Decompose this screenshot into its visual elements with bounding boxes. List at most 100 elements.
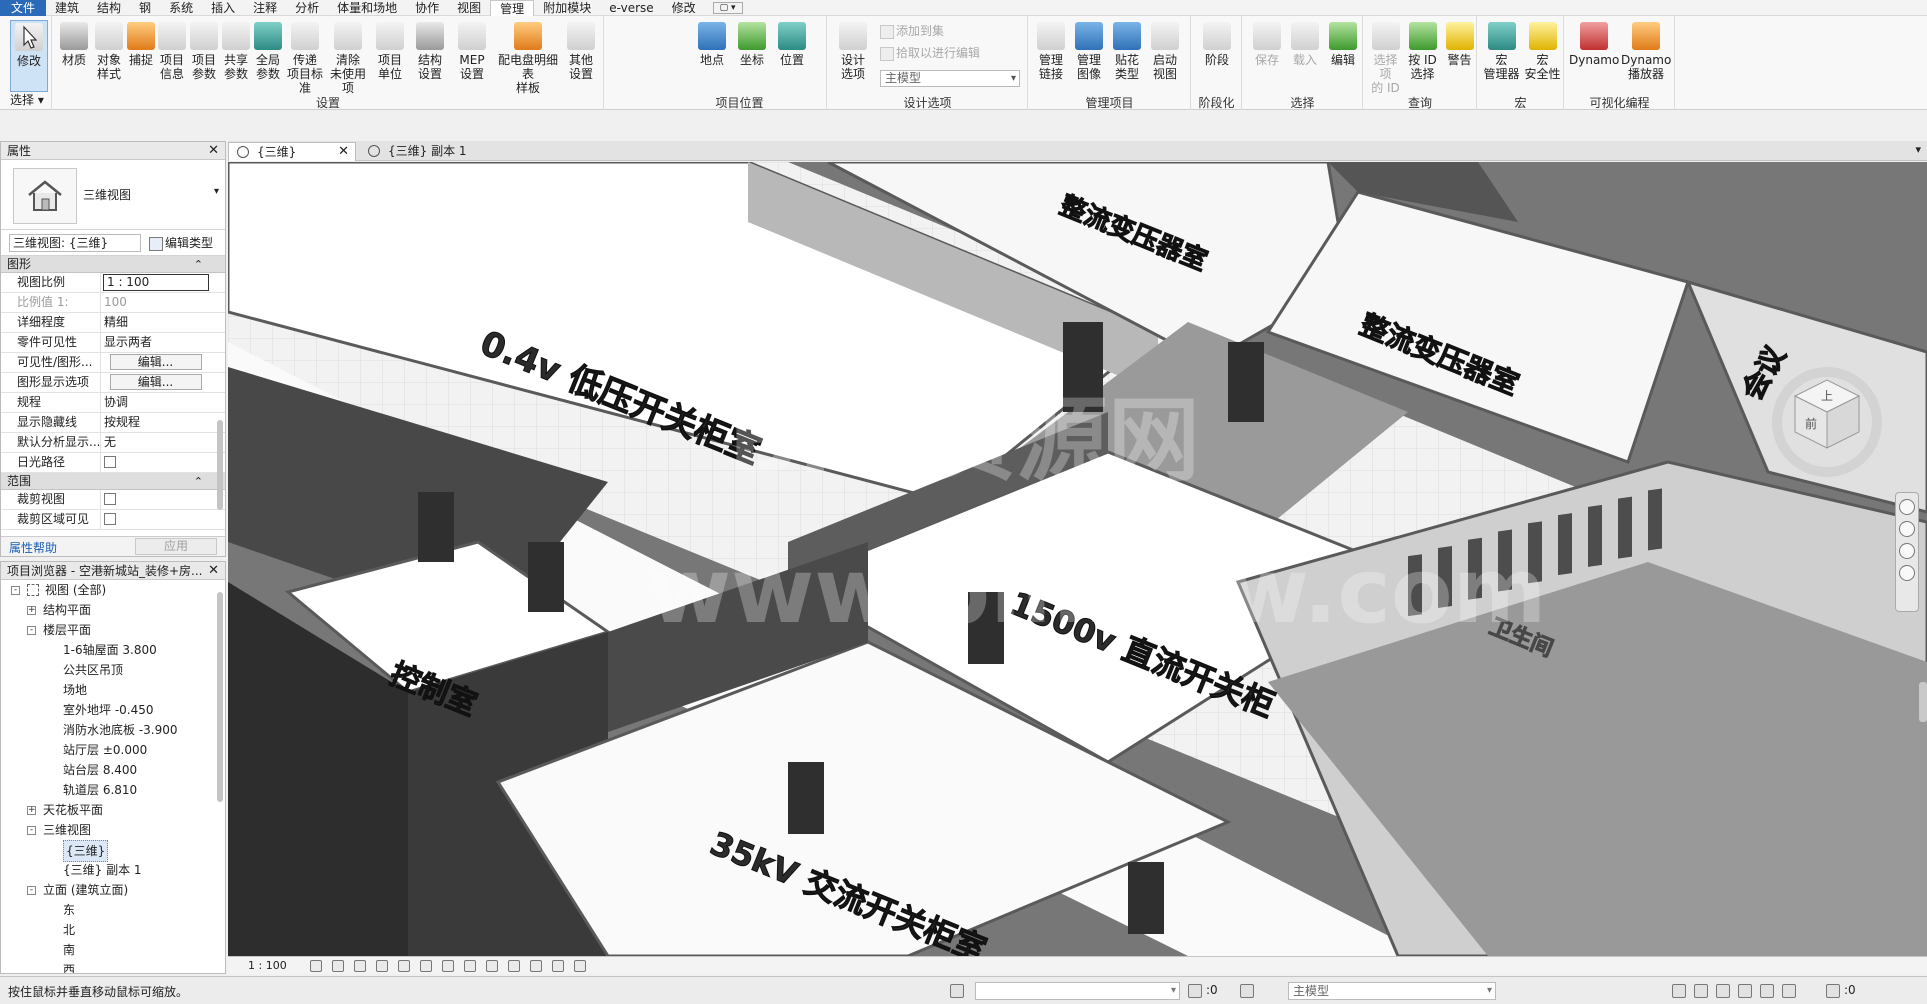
design-option-icon[interactable] — [1240, 984, 1254, 998]
temp-view-properties-icon[interactable] — [530, 960, 542, 972]
ids-of-selection-button[interactable]: 选择项 的 ID — [1368, 20, 1403, 95]
tab-3d-copy[interactable]: {三维} 副本 1 — [360, 142, 510, 161]
checkbox[interactable] — [104, 493, 116, 505]
3d-viewport[interactable]: 0.4v 低压开关柜室 整流变压器室 整流变压器室 会议 1500v 直流开关柜… — [228, 162, 1927, 956]
highlight-displacement-icon[interactable] — [574, 960, 586, 972]
load-selection-button[interactable]: 载入 — [1287, 20, 1323, 92]
browser-item[interactable]: 南 — [1, 940, 225, 960]
collapse-icon[interactable]: - — [27, 626, 36, 635]
dynamo-player-button[interactable]: Dynamo 播放器 — [1621, 20, 1671, 92]
snaps-button[interactable]: 捕捉 — [127, 20, 155, 92]
workset-icon[interactable] — [950, 984, 964, 998]
quick-access-dropdown[interactable]: ▢ ▾ — [712, 1, 743, 14]
property-value[interactable]: 1 : 100 — [103, 274, 209, 291]
property-value[interactable]: 显示两者 — [101, 333, 207, 352]
location-button[interactable]: 地点 — [693, 20, 731, 92]
browser-item[interactable]: 东 — [1, 900, 225, 920]
expand-icon[interactable]: + — [27, 606, 36, 615]
select-links-icon[interactable] — [1672, 984, 1686, 998]
browser-item[interactable]: - 三维视图 — [1, 820, 225, 840]
property-group-header[interactable]: 范围 ⌃ — [1, 473, 225, 490]
starting-view-button[interactable]: 启动 视图 — [1147, 20, 1183, 92]
select-underlay-icon[interactable] — [1694, 984, 1708, 998]
modify-button[interactable]: 修改 — [10, 20, 48, 92]
macro-security-button[interactable]: 宏 安全性 — [1523, 20, 1562, 92]
additional-settings-button[interactable]: 其他 设置 — [561, 20, 601, 92]
shared-params-button[interactable]: 共享 参数 — [221, 20, 251, 92]
menu-item-3[interactable]: 钢 — [130, 0, 160, 16]
project-units-button[interactable]: 项目 单位 — [371, 20, 409, 92]
chevron-down-icon[interactable]: ▾ — [214, 186, 219, 197]
collapse-icon[interactable]: - — [27, 826, 36, 835]
browser-item[interactable]: - 楼层平面 — [1, 620, 225, 640]
warnings-button[interactable]: 警告 — [1442, 20, 1477, 92]
close-icon[interactable]: ✕ — [208, 142, 219, 160]
structural-settings-button[interactable]: 结构 设置 — [411, 20, 449, 92]
menu-item-7[interactable]: 分析 — [286, 0, 328, 16]
steering-wheel-icon[interactable] — [1899, 499, 1915, 515]
lock-view-icon[interactable] — [464, 960, 476, 972]
browser-item[interactable]: {三维} 副本 1 — [1, 860, 225, 880]
tab-3d[interactable]: {三维} ✕ — [228, 142, 356, 161]
purge-unused-button[interactable]: 清除 未使用项 — [327, 20, 369, 95]
browser-item[interactable]: 轨道层 6.810 — [1, 780, 225, 800]
macro-manager-button[interactable]: 宏 管理器 — [1482, 20, 1521, 92]
edit-button[interactable]: 编辑... — [109, 374, 202, 390]
select-pinned-icon[interactable] — [1716, 984, 1730, 998]
pan-icon[interactable] — [1899, 543, 1915, 559]
shadows-icon[interactable] — [376, 960, 388, 972]
object-styles-button[interactable]: 对象 样式 — [93, 20, 125, 92]
analytical-model-icon[interactable] — [552, 960, 564, 972]
collapse-icon[interactable]: - — [11, 586, 20, 595]
view-scale[interactable]: 1 : 100 — [248, 957, 287, 974]
browser-item[interactable]: 消防水池底板 -3.900 — [1, 720, 225, 740]
select-dropdown[interactable]: 选择 ▾ — [10, 91, 44, 108]
properties-help-link[interactable]: 属性帮助 — [9, 539, 57, 556]
properties-scrollbar[interactable] — [217, 420, 223, 510]
project-info-button[interactable]: 项目 信息 — [157, 20, 187, 92]
menu-item-8[interactable]: 体量和场地 — [328, 0, 406, 16]
menu-item-12[interactable]: 附加模块 — [534, 0, 600, 16]
panel-schedule-templates-button[interactable]: 配电盘明细表 样板 — [497, 20, 559, 95]
browser-item[interactable]: 1-6轴屋面 3.800 — [1, 640, 225, 660]
property-value[interactable]: 无 — [101, 433, 207, 452]
design-options-button[interactable]: 设计 选项 — [834, 20, 872, 92]
browser-item[interactable]: 西 — [1, 960, 225, 973]
position-button[interactable]: 位置 — [773, 20, 811, 92]
design-option-status-combo[interactable]: 主模型 — [1288, 982, 1496, 1000]
browser-item[interactable]: 公共区吊顶 — [1, 660, 225, 680]
property-value[interactable] — [101, 453, 207, 472]
property-value[interactable] — [101, 510, 207, 529]
show-crop-icon[interactable] — [442, 960, 454, 972]
edit-selection-button[interactable]: 编辑 — [1325, 20, 1361, 92]
manage-images-button[interactable]: 管理 图像 — [1071, 20, 1107, 92]
menu-item-11[interactable]: 管理 — [490, 0, 535, 16]
close-icon[interactable]: ✕ — [208, 562, 219, 580]
filter-icon[interactable] — [1826, 984, 1840, 998]
edit-type-button[interactable]: 编辑类型 — [147, 234, 223, 252]
property-value[interactable]: 按规程 — [101, 413, 207, 432]
property-value[interactable]: 精细 — [101, 313, 207, 332]
reveal-hidden-icon[interactable] — [508, 960, 520, 972]
menu-item-1[interactable]: 建筑 — [46, 0, 88, 16]
menu-item-10[interactable]: 视图 — [448, 0, 490, 16]
viewcube-top-label[interactable]: 上 — [1821, 389, 1833, 403]
detail-level-icon[interactable] — [310, 960, 322, 972]
collapse-icon[interactable]: ⌃ — [194, 473, 203, 490]
manage-links-button[interactable]: 管理 链接 — [1033, 20, 1069, 92]
add-to-set-button[interactable]: 添加到集 — [878, 22, 944, 40]
save-selection-button[interactable]: 保存 — [1249, 20, 1285, 92]
viewcube-front-label[interactable]: 前 — [1805, 416, 1817, 431]
expand-icon[interactable]: + — [27, 806, 36, 815]
menu-item-13[interactable]: e-verse — [600, 0, 662, 16]
render-icon[interactable] — [398, 960, 410, 972]
materials-button[interactable]: 材质 — [57, 20, 91, 92]
close-icon[interactable]: ✕ — [338, 143, 349, 161]
dynamo-button[interactable]: Dynamo — [1569, 20, 1619, 92]
menu-item-4[interactable]: 系统 — [160, 0, 202, 16]
design-option-combo[interactable]: 主模型 — [880, 70, 1020, 87]
crop-view-icon[interactable] — [420, 960, 432, 972]
project-params-button[interactable]: 项目 参数 — [189, 20, 219, 92]
pick-to-edit-button[interactable]: 拾取以进行编辑 — [878, 44, 980, 62]
apply-button[interactable]: 应用 — [135, 538, 217, 555]
